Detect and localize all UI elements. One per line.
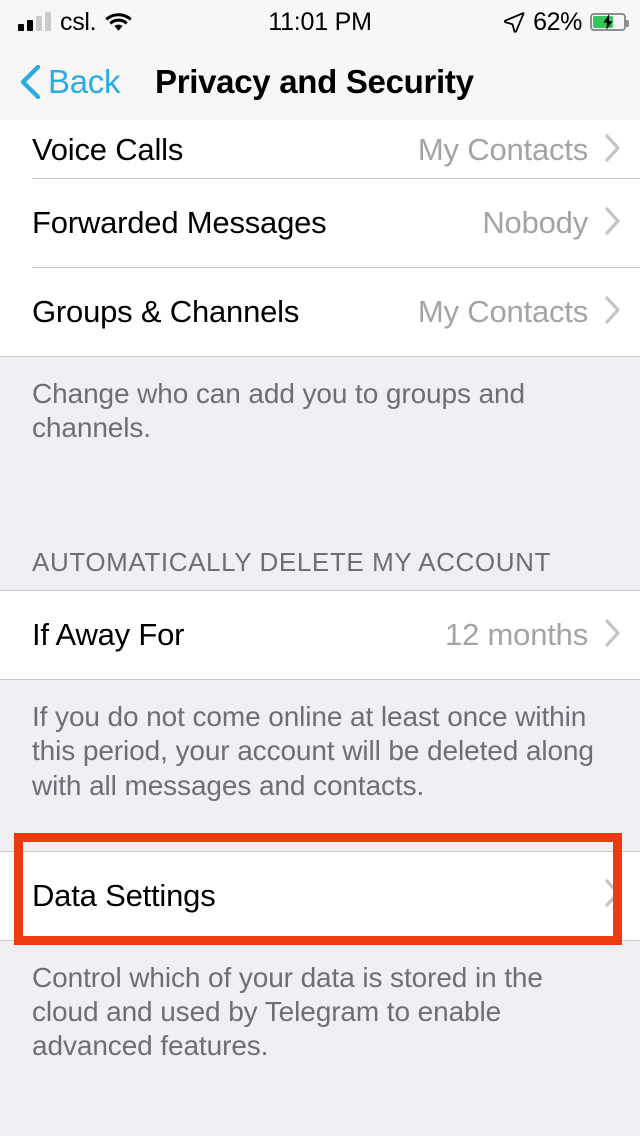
back-button-label: Back — [48, 63, 121, 100]
row-title: Groups & Channels — [32, 294, 300, 329]
navigation-bar: Back Privacy and Security — [0, 44, 640, 120]
back-button[interactable]: Back — [18, 63, 120, 101]
data-settings-group-footer: Control which of your data is stored in … — [0, 939, 640, 1090]
auto-delete-section-header: AUTOMATICALLY DELETE MY ACCOUNT — [0, 529, 640, 591]
row-if-away-for[interactable]: If Away For 12 months — [0, 591, 640, 680]
chevron-right-icon — [604, 206, 622, 241]
section-gap — [0, 471, 640, 530]
location-arrow-icon — [503, 11, 525, 33]
row-title: Data Settings — [32, 877, 216, 913]
row-value: Nobody — [482, 205, 588, 240]
section-gap — [0, 828, 640, 851]
page-title: Privacy and Security — [155, 63, 474, 100]
auto-delete-group: If Away For 12 months — [0, 590, 640, 680]
status-bar-right: 62% — [503, 7, 629, 37]
battery-percent-label: 62% — [533, 7, 582, 36]
settings-scroll-view[interactable]: Voice Calls My Contacts Forwarded Messag… — [0, 120, 640, 1136]
row-title: Voice Calls — [32, 132, 184, 167]
row-title: Forwarded Messages — [32, 205, 327, 240]
row-forwarded-messages[interactable]: Forwarded Messages Nobody — [0, 179, 640, 267]
privacy-group: Voice Calls My Contacts Forwarded Messag… — [0, 120, 640, 356]
chevron-right-icon — [604, 878, 622, 913]
battery-icon — [590, 13, 629, 31]
status-bar: csl. 11:01 PM 62% — [0, 0, 640, 44]
privacy-group-footer: Change who can add you to groups and cha… — [0, 356, 640, 472]
chevron-right-icon — [604, 295, 622, 330]
auto-delete-group-footer: If you do not come online at least once … — [0, 679, 640, 829]
row-value: My Contacts — [417, 132, 588, 167]
row-groups-and-channels[interactable]: Groups & Channels My Contacts — [0, 268, 640, 356]
row-value: My Contacts — [417, 294, 588, 329]
row-voice-calls[interactable]: Voice Calls My Contacts — [0, 120, 640, 178]
phone-screen: csl. 11:01 PM 62% Back Privacy and Secur… — [0, 0, 640, 1136]
row-data-settings[interactable]: Data Settings — [0, 851, 640, 940]
chevron-right-icon — [604, 618, 622, 653]
row-title: If Away For — [32, 617, 185, 653]
chevron-right-icon — [604, 133, 622, 168]
row-value: 12 months — [445, 617, 588, 653]
chevron-left-icon — [18, 65, 42, 99]
data-settings-group: Data Settings — [0, 850, 640, 940]
